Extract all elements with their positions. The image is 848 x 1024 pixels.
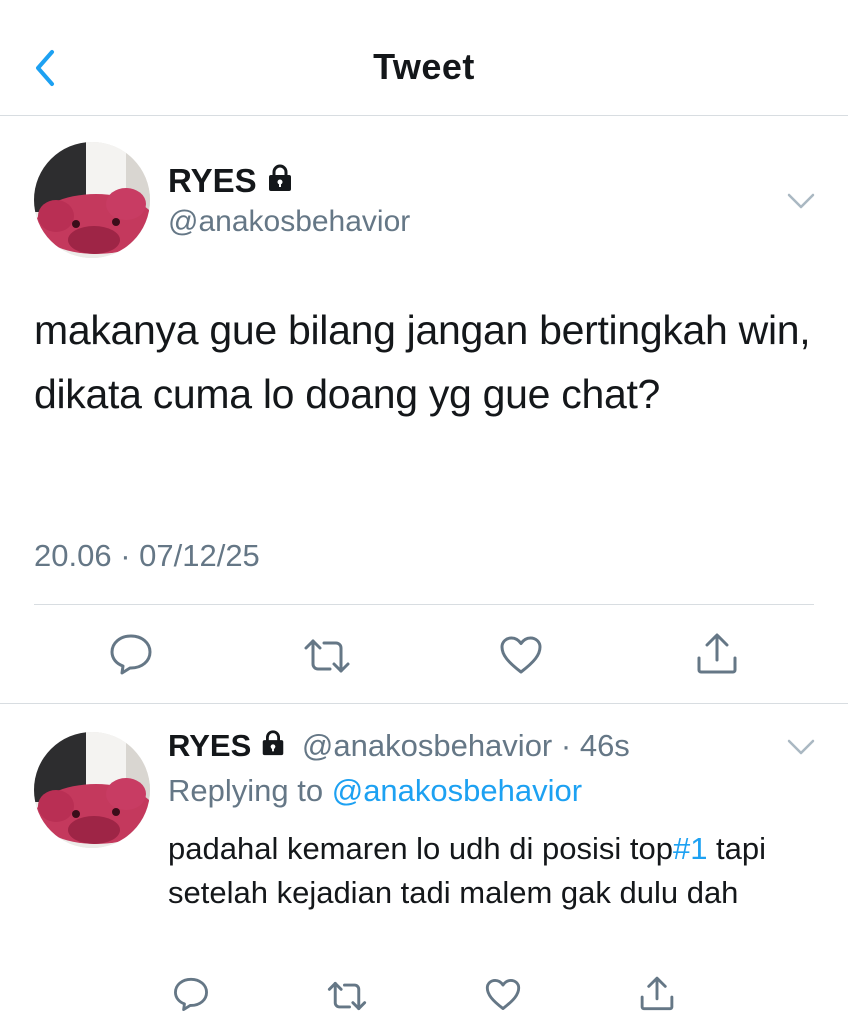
reply-time[interactable]: 46s bbox=[580, 728, 630, 763]
reply-text-part-1: padahal kemaren lo udh di posisi top bbox=[168, 831, 673, 866]
replying-label: Replying to bbox=[168, 773, 324, 808]
share-icon bbox=[640, 976, 674, 1011]
user-handle[interactable]: @anakosbehavior bbox=[168, 205, 410, 239]
retweet-icon bbox=[327, 981, 367, 1011]
reply-share-button[interactable] bbox=[638, 974, 676, 1017]
chevron-down-icon bbox=[787, 739, 815, 755]
page-title: Tweet bbox=[373, 46, 475, 87]
hashtag-link[interactable]: #1 bbox=[673, 831, 707, 866]
share-icon bbox=[697, 633, 737, 674]
tweet-text: makanya gue bilang jangan bertingkah win… bbox=[34, 307, 811, 417]
display-name-text: RYES bbox=[168, 162, 257, 199]
lock-icon bbox=[268, 164, 291, 191]
tweet-timestamp[interactable]: 20.06 · 07/12/25 bbox=[34, 538, 260, 574]
reply-icon bbox=[110, 634, 152, 675]
retweet-icon bbox=[304, 639, 350, 673]
avatar-image bbox=[34, 732, 150, 848]
retweet-button[interactable] bbox=[302, 636, 352, 681]
replying-to-link[interactable]: @anakosbehavior bbox=[332, 773, 582, 808]
reply-reply-button[interactable] bbox=[172, 976, 210, 1017]
display-name[interactable]: RYES bbox=[168, 162, 295, 200]
reply-handle[interactable]: @anakosbehavior bbox=[302, 728, 552, 763]
like-icon bbox=[500, 636, 542, 674]
avatar[interactable] bbox=[34, 142, 150, 258]
reply-header: RYES @anakosbehavior · 46s bbox=[168, 728, 630, 764]
like-icon bbox=[485, 979, 521, 1010]
reply-display-name[interactable]: RYES bbox=[168, 728, 251, 763]
top-bar: Tweet bbox=[0, 0, 848, 116]
reply-button[interactable] bbox=[108, 632, 154, 681]
meta-separator: · bbox=[552, 728, 580, 763]
lock-icon bbox=[263, 730, 284, 756]
reply-avatar[interactable] bbox=[34, 732, 150, 848]
like-button[interactable] bbox=[498, 634, 544, 681]
share-button[interactable] bbox=[694, 630, 740, 681]
reply-retweet-button[interactable] bbox=[326, 979, 368, 1018]
section-divider bbox=[0, 703, 848, 704]
divider bbox=[34, 604, 814, 605]
reply-like-button[interactable] bbox=[484, 977, 522, 1017]
reply-text: padahal kemaren lo udh di posisi top#1 t… bbox=[168, 827, 818, 915]
avatar-image bbox=[34, 142, 150, 258]
reply-icon bbox=[174, 977, 208, 1011]
replying-to: Replying to @anakosbehavior bbox=[168, 773, 582, 809]
more-options-button[interactable] bbox=[786, 190, 816, 217]
chevron-down-icon bbox=[787, 193, 815, 209]
reply-more-options-button[interactable] bbox=[786, 736, 816, 763]
